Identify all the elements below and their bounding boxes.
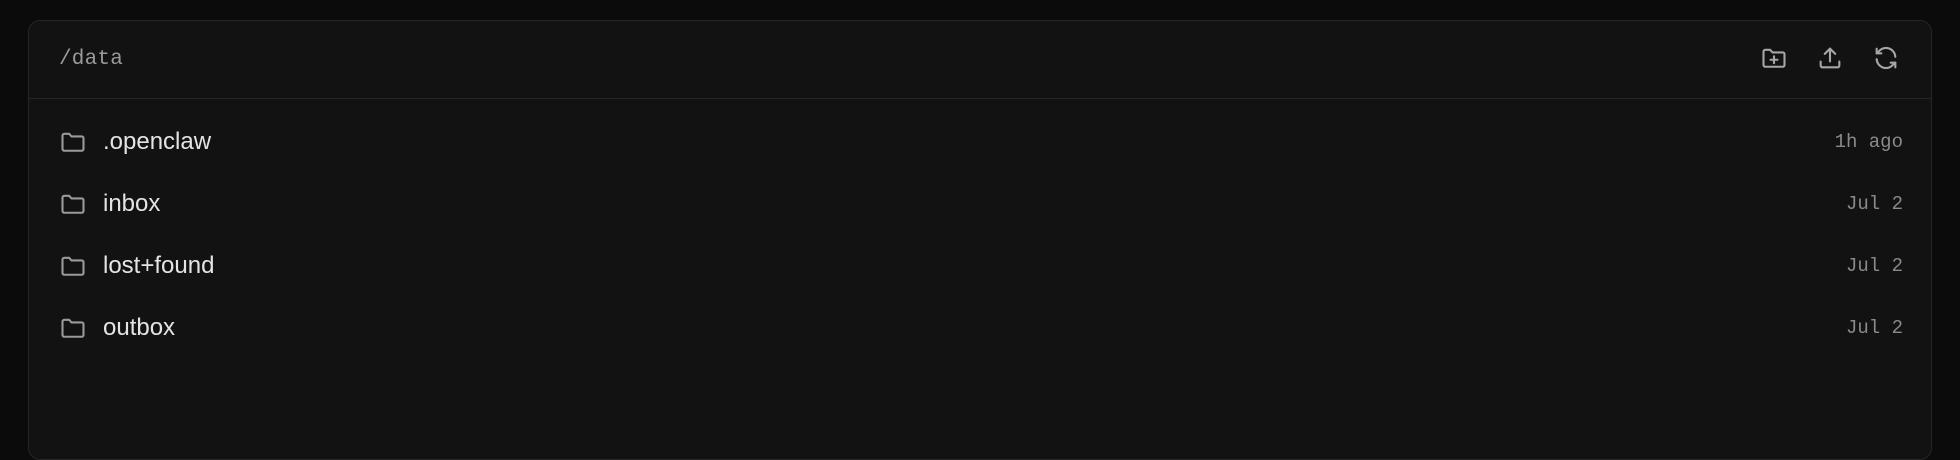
list-item[interactable]: inbox Jul 2	[29, 173, 1931, 235]
item-name: outbox	[103, 314, 176, 341]
new-folder-icon	[1760, 44, 1788, 75]
item-modified: Jul 2	[1845, 193, 1903, 215]
list-item[interactable]: outbox Jul 2	[29, 297, 1931, 359]
folder-icon	[59, 314, 87, 342]
folder-icon	[59, 190, 87, 218]
item-name: .openclaw	[103, 128, 212, 155]
upload-button[interactable]	[1815, 45, 1845, 75]
list-item[interactable]: lost+found Jul 2	[29, 235, 1931, 297]
file-browser-header: /data	[29, 21, 1931, 99]
item-modified: Jul 2	[1845, 255, 1903, 277]
folder-icon	[59, 252, 87, 280]
file-list: .openclaw 1h ago inbox Jul 2 lost+found …	[29, 99, 1931, 359]
file-browser-panel: /data .openclaw 1h ago inbox Jul 2 lost+…	[28, 20, 1932, 460]
item-name: lost+found	[103, 252, 215, 279]
refresh-icon	[1872, 44, 1900, 75]
refresh-button[interactable]	[1871, 45, 1901, 75]
current-path: /data	[59, 48, 124, 71]
upload-icon	[1816, 44, 1844, 75]
list-item[interactable]: .openclaw 1h ago	[29, 111, 1931, 173]
item-name: inbox	[103, 190, 161, 217]
new-folder-button[interactable]	[1759, 45, 1789, 75]
folder-icon	[59, 128, 87, 156]
item-modified: Jul 2	[1845, 317, 1903, 339]
item-modified: 1h ago	[1834, 131, 1903, 153]
header-actions	[1759, 45, 1901, 75]
